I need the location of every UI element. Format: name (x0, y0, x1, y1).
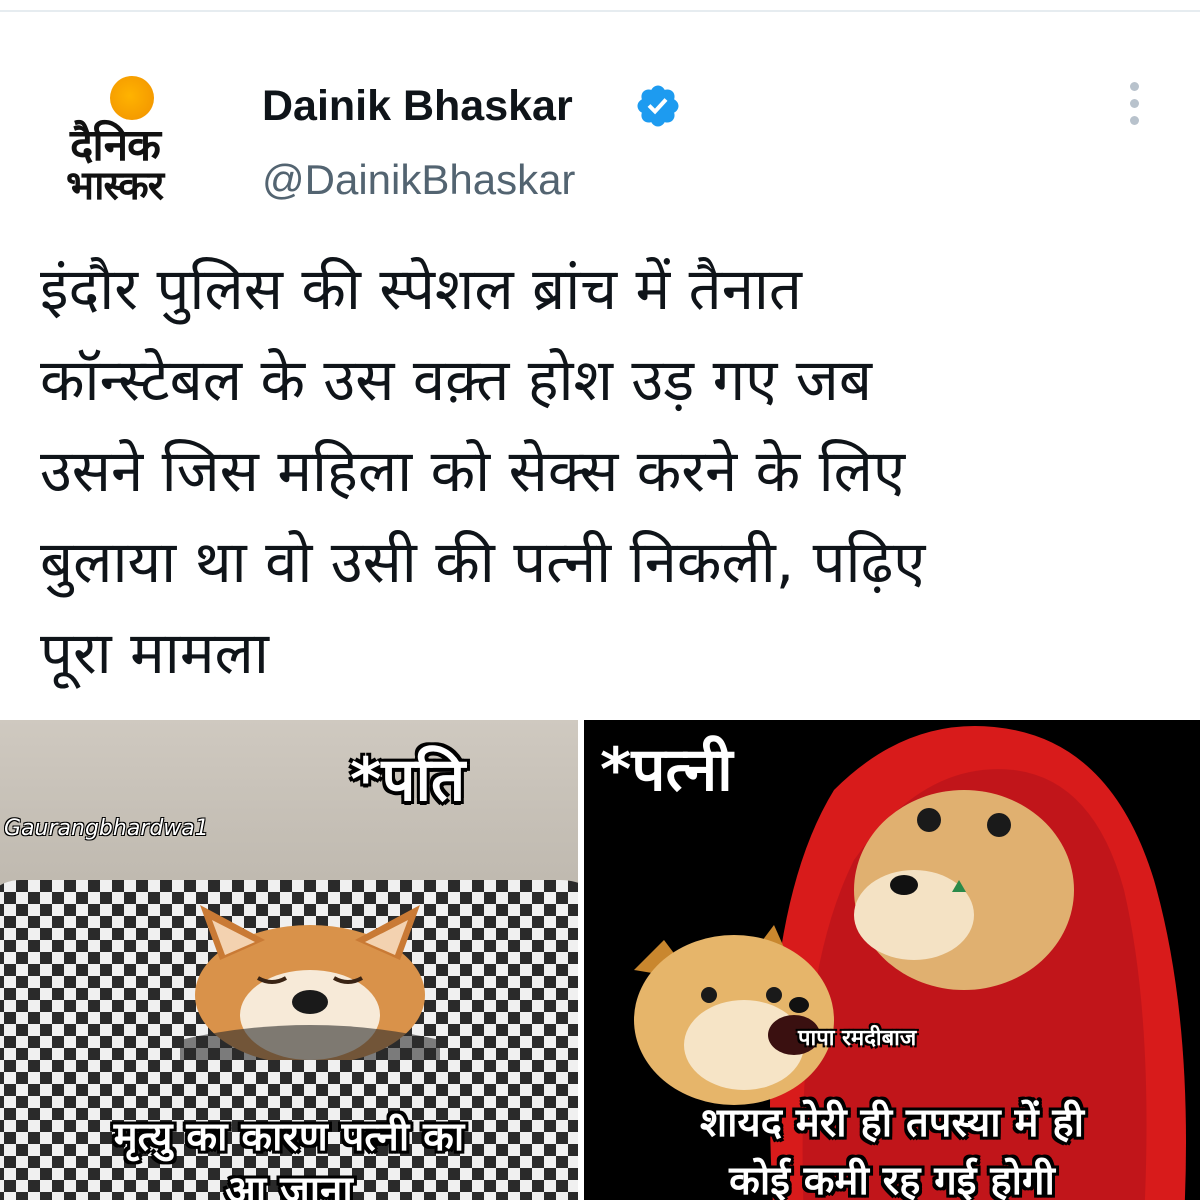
tweet-media[interactable]: *पति Gaurangbhardwa1 मृत्यु का कारण पत्न… (0, 720, 1200, 1200)
meme-right-caption-line1: शायद मेरी ही तपस्या में ही (699, 1100, 1085, 1146)
profile-avatar[interactable]: दैनिक भास्कर (60, 70, 210, 210)
sleeping-dog-icon (180, 905, 440, 1060)
more-vertical-icon[interactable] (1122, 82, 1146, 126)
shouting-dog-icon (634, 925, 834, 1105)
tweet-text-line: बुलाया था वो उसी की पत्नी निकली, पढ़िए (40, 528, 926, 596)
meme-right-caption-line2: कोई कमी रह गई होगी (729, 1158, 1055, 1200)
verified-badge-icon (637, 85, 679, 127)
tweet-text: इंदौर पुलिस की स्पेशल ब्रांच में तैनात क… (40, 244, 1180, 699)
meme-image-right[interactable]: *पत्नी पापा रमदीबाज शायद मेरी ही तपस्या … (584, 720, 1200, 1200)
display-name[interactable]: Dainik Bhaskar (262, 80, 573, 132)
meme-image-left[interactable]: *पति Gaurangbhardwa1 मृत्यु का कारण पत्न… (0, 720, 578, 1200)
meme-left-caption-line2: आ जाना (225, 1168, 353, 1200)
tweet-text-line: इंदौर पुलिस की स्पेशल ब्रांच में तैनात (40, 255, 802, 323)
tweet-text-line: पूरा मामला (40, 619, 269, 687)
logo-text-line2: भास्कर (66, 163, 164, 209)
logo-text-line1: दैनिक (70, 120, 161, 171)
meme-right-heading: *पत्नी (600, 735, 733, 805)
top-divider (0, 10, 1200, 12)
meme-left-caption-line1: मृत्यु का कारण पत्नी का (113, 1114, 465, 1160)
user-handle[interactable]: @DainikBhaskar (262, 154, 575, 206)
tweet-text-line: उसने जिस महिला को सेक्स करने के लिए (40, 437, 906, 505)
tweet-text-line: कॉन्स्टेबल के उस वक़्त होश उड़ गए जब (40, 346, 872, 414)
meme-right-label: पापा रमदीबाज (798, 1026, 917, 1051)
sun-logo-icon (110, 76, 154, 120)
meme-left-heading: *पति (350, 745, 466, 815)
watermark-text: Gaurangbhardwa1 (4, 816, 209, 841)
